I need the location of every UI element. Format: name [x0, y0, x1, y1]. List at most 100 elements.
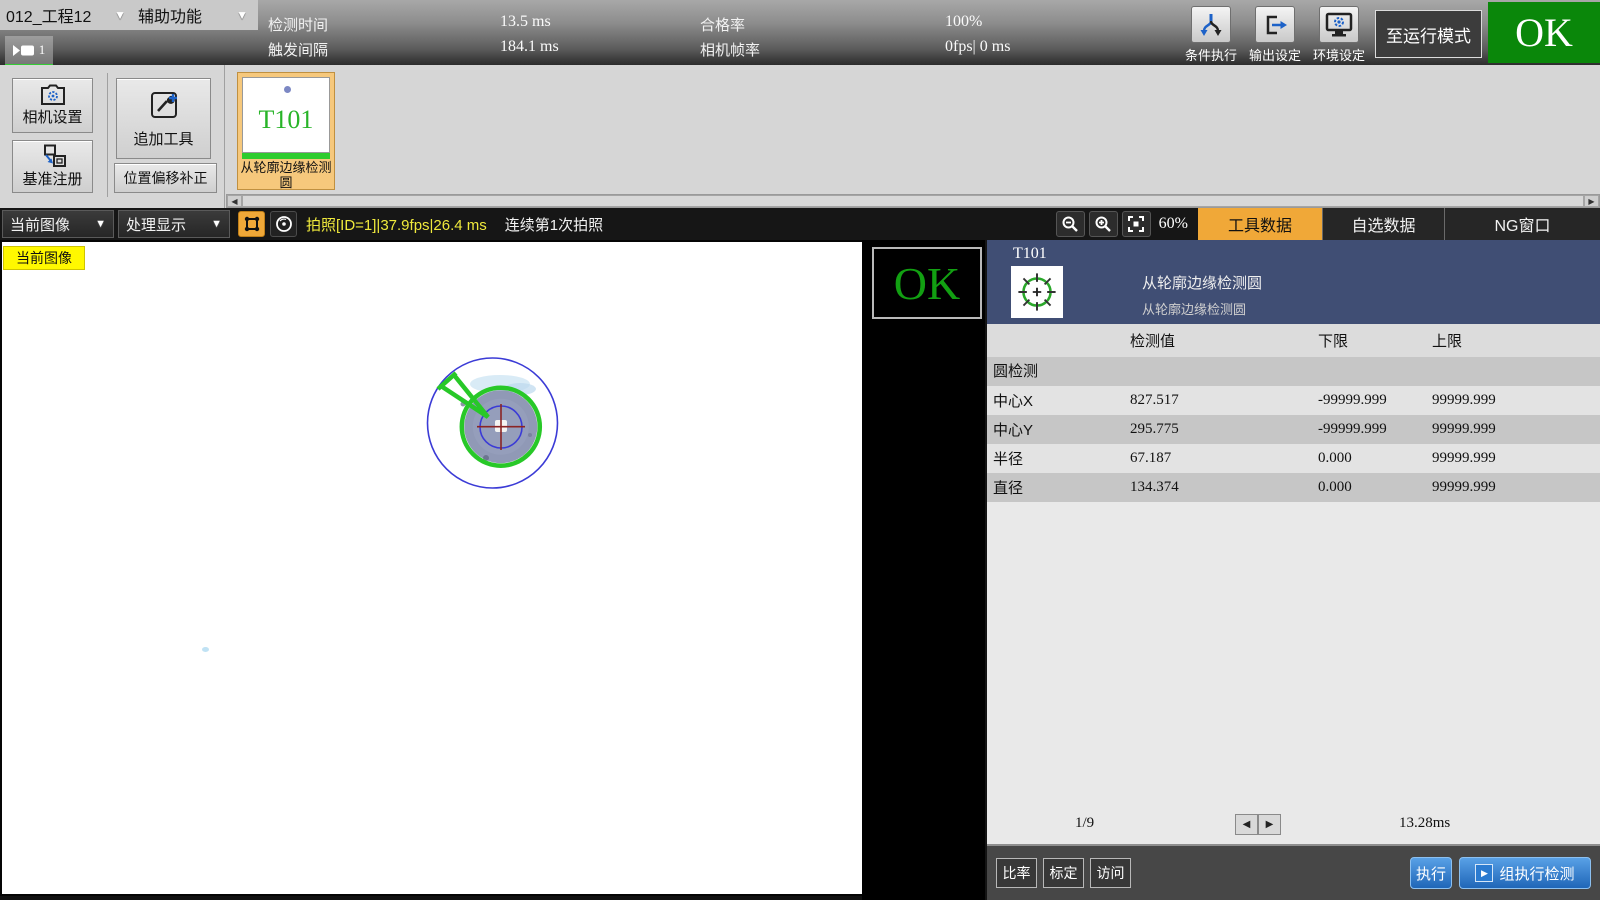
image-viewport[interactable] — [0, 240, 862, 896]
group-execute-label: 组执行检测 — [1499, 863, 1574, 884]
divider — [224, 65, 225, 208]
condition-exec-button[interactable] — [1191, 6, 1231, 43]
run-mode-label: 至运行模式 — [1386, 22, 1471, 47]
output-icon — [1261, 12, 1289, 38]
aux-menu[interactable]: 辅助功能 ▼ — [132, 0, 254, 30]
zoom-in-button[interactable] — [1089, 211, 1118, 237]
processing-time: 13.28ms — [1399, 815, 1450, 832]
panel-empty-space — [987, 502, 1600, 806]
reference-register-icon — [39, 144, 67, 168]
calibrate-button[interactable]: 标定 — [1043, 858, 1084, 888]
row-label: 中心X — [987, 390, 1130, 411]
trigger-interval-value: 184.1 ms — [500, 38, 559, 56]
camera-setting-button[interactable]: 相机设置 — [12, 78, 93, 133]
env-setting-label: 环境设定 — [1313, 45, 1365, 64]
image-source-badge-label: 当前图像 — [16, 250, 72, 266]
region-tool-button[interactable] — [238, 211, 265, 237]
image-artifact-speck — [202, 647, 209, 652]
project-selector[interactable]: 012_工程12 ▼ — [0, 0, 132, 30]
fit-view-button[interactable] — [1122, 211, 1151, 237]
tool-header[interactable]: T101 从轮廓边缘检测圆 从轮廓边缘检测圆 — [987, 240, 1600, 324]
play-icon: ▶ — [1475, 864, 1493, 882]
detected-dot — [284, 86, 291, 93]
tool-id: T101 — [1013, 245, 1047, 263]
tab-ng-window-label: NG窗口 — [1494, 212, 1550, 236]
run-mode-button[interactable]: 至运行模式 — [1375, 10, 1482, 58]
tab-ng-window[interactable]: NG窗口 — [1444, 208, 1600, 240]
camera-tab-1[interactable]: 1 — [5, 36, 53, 64]
top-status-bar: 012_工程12 ▼ 辅助功能 ▼ 1 检测时间 13.5 ms 触发间隔 18… — [0, 0, 1600, 65]
scroll-left-icon[interactable]: ◀ — [227, 195, 242, 207]
tool-strip-scrollbar[interactable]: ◀ ▶ — [226, 194, 1600, 208]
table-row[interactable]: 直径 134.374 0.000 99999.999 — [987, 473, 1600, 502]
scroll-right-icon[interactable]: ▶ — [1584, 195, 1599, 207]
scrollbar-thumb[interactable] — [242, 195, 1584, 207]
output-setting-button[interactable] — [1255, 6, 1295, 43]
viewer-toolbar: 当前图像 ▼ 处理显示 ▼ 拍照[ID=1]|37.9fps|26.4 ms 连… — [0, 208, 1600, 240]
display-mode-value: 处理显示 — [126, 214, 186, 235]
base-register-label: 基准注册 — [22, 168, 82, 189]
page-prev-button[interactable]: ◀ — [1235, 814, 1258, 835]
row-low: 0.000 — [1318, 450, 1432, 467]
result-strip — [862, 240, 985, 900]
chevron-down-icon: ▼ — [236, 8, 248, 22]
env-setting-group: 环境设定 — [1307, 6, 1371, 64]
tab-tool-data[interactable]: 工具数据 — [1198, 208, 1322, 240]
row-low: -99999.999 — [1318, 392, 1432, 409]
pass-rate-value: 100% — [945, 13, 982, 31]
zoom-in-icon — [1094, 215, 1112, 233]
tool-thumbnail-name: 从轮廓边缘检测圆 — [239, 160, 333, 189]
table-section-row: 圆检测 — [987, 357, 1600, 386]
image-source-value: 当前图像 — [10, 214, 70, 235]
group-execute-button[interactable]: ▶ 组执行检测 — [1459, 857, 1591, 889]
row-low: -99999.999 — [1318, 421, 1432, 438]
panel-footer-bar: 比率 标定 访问 执行 ▶ 组执行检测 — [987, 846, 1600, 900]
condition-exec-label: 条件执行 — [1185, 45, 1237, 64]
zoom-out-button[interactable] — [1056, 211, 1085, 237]
image-source-badge[interactable]: 当前图像 — [3, 246, 85, 270]
tool-thumbnail-t101[interactable]: T101 从轮廓边缘检测圆 — [237, 72, 335, 190]
calibrate-label: 标定 — [1050, 863, 1078, 883]
ratio-button[interactable]: 比率 — [996, 858, 1037, 888]
tab-custom-data[interactable]: 自选数据 — [1322, 208, 1444, 240]
capture-status-text: 连续第1次拍照 — [505, 214, 603, 235]
base-register-button[interactable]: 基准注册 — [12, 140, 93, 193]
execute-label: 执行 — [1416, 863, 1446, 884]
project-name: 012_工程12 — [6, 3, 91, 27]
capture-button[interactable] — [270, 211, 297, 237]
project-strip: 012_工程12 ▼ 辅助功能 ▼ — [0, 0, 258, 30]
access-button[interactable]: 访问 — [1090, 858, 1131, 888]
row-value: 827.517 — [1130, 392, 1318, 409]
tab-tool-data-label: 工具数据 — [1228, 212, 1292, 236]
trigger-interval-label: 触发间隔 — [268, 39, 328, 60]
camera-setting-label: 相机设置 — [22, 106, 82, 127]
row-value: 134.374 — [1130, 479, 1318, 496]
chevron-down-icon: ▼ — [95, 218, 106, 230]
row-label: 中心Y — [987, 419, 1130, 440]
env-setting-button[interactable] — [1319, 6, 1359, 43]
table-row[interactable]: 半径 67.187 0.000 99999.999 — [987, 444, 1600, 473]
judgement-result-box: OK — [872, 247, 982, 319]
page-next-button[interactable]: ▶ — [1258, 814, 1281, 835]
wrench-plus-icon — [147, 88, 181, 122]
table-row[interactable]: 中心Y 295.775 -99999.999 99999.999 — [987, 415, 1600, 444]
add-tool-button[interactable]: 追加工具 — [116, 78, 211, 159]
col-detect-value: 检测值 — [1130, 330, 1318, 351]
detect-time-label: 检测时间 — [268, 14, 328, 35]
tool-data-panel: T101 从轮廓边缘检测圆 从轮廓边缘检测圆 — [985, 240, 1600, 900]
table-row[interactable]: 中心X 827.517 -99999.999 99999.999 — [987, 386, 1600, 415]
ratio-label: 比率 — [1003, 863, 1031, 883]
execute-button[interactable]: 执行 — [1410, 857, 1452, 889]
shutter-icon — [275, 215, 293, 233]
position-offset-button[interactable]: 位置偏移补正 — [114, 163, 217, 193]
camera-icon — [13, 44, 35, 57]
app-window: 012_工程12 ▼ 辅助功能 ▼ 1 检测时间 13.5 ms 触发间隔 18… — [0, 0, 1600, 900]
image-source-dropdown[interactable]: 当前图像 ▼ — [2, 210, 114, 238]
divider — [107, 73, 108, 197]
output-setting-group: 输出设定 — [1243, 6, 1307, 64]
blob-speck — [528, 433, 532, 437]
display-mode-dropdown[interactable]: 处理显示 ▼ — [118, 210, 230, 238]
judgement-result-text: OK — [894, 257, 960, 310]
tool-name: 从轮廓边缘检测圆 — [1142, 272, 1262, 293]
zoom-out-icon — [1061, 215, 1079, 233]
